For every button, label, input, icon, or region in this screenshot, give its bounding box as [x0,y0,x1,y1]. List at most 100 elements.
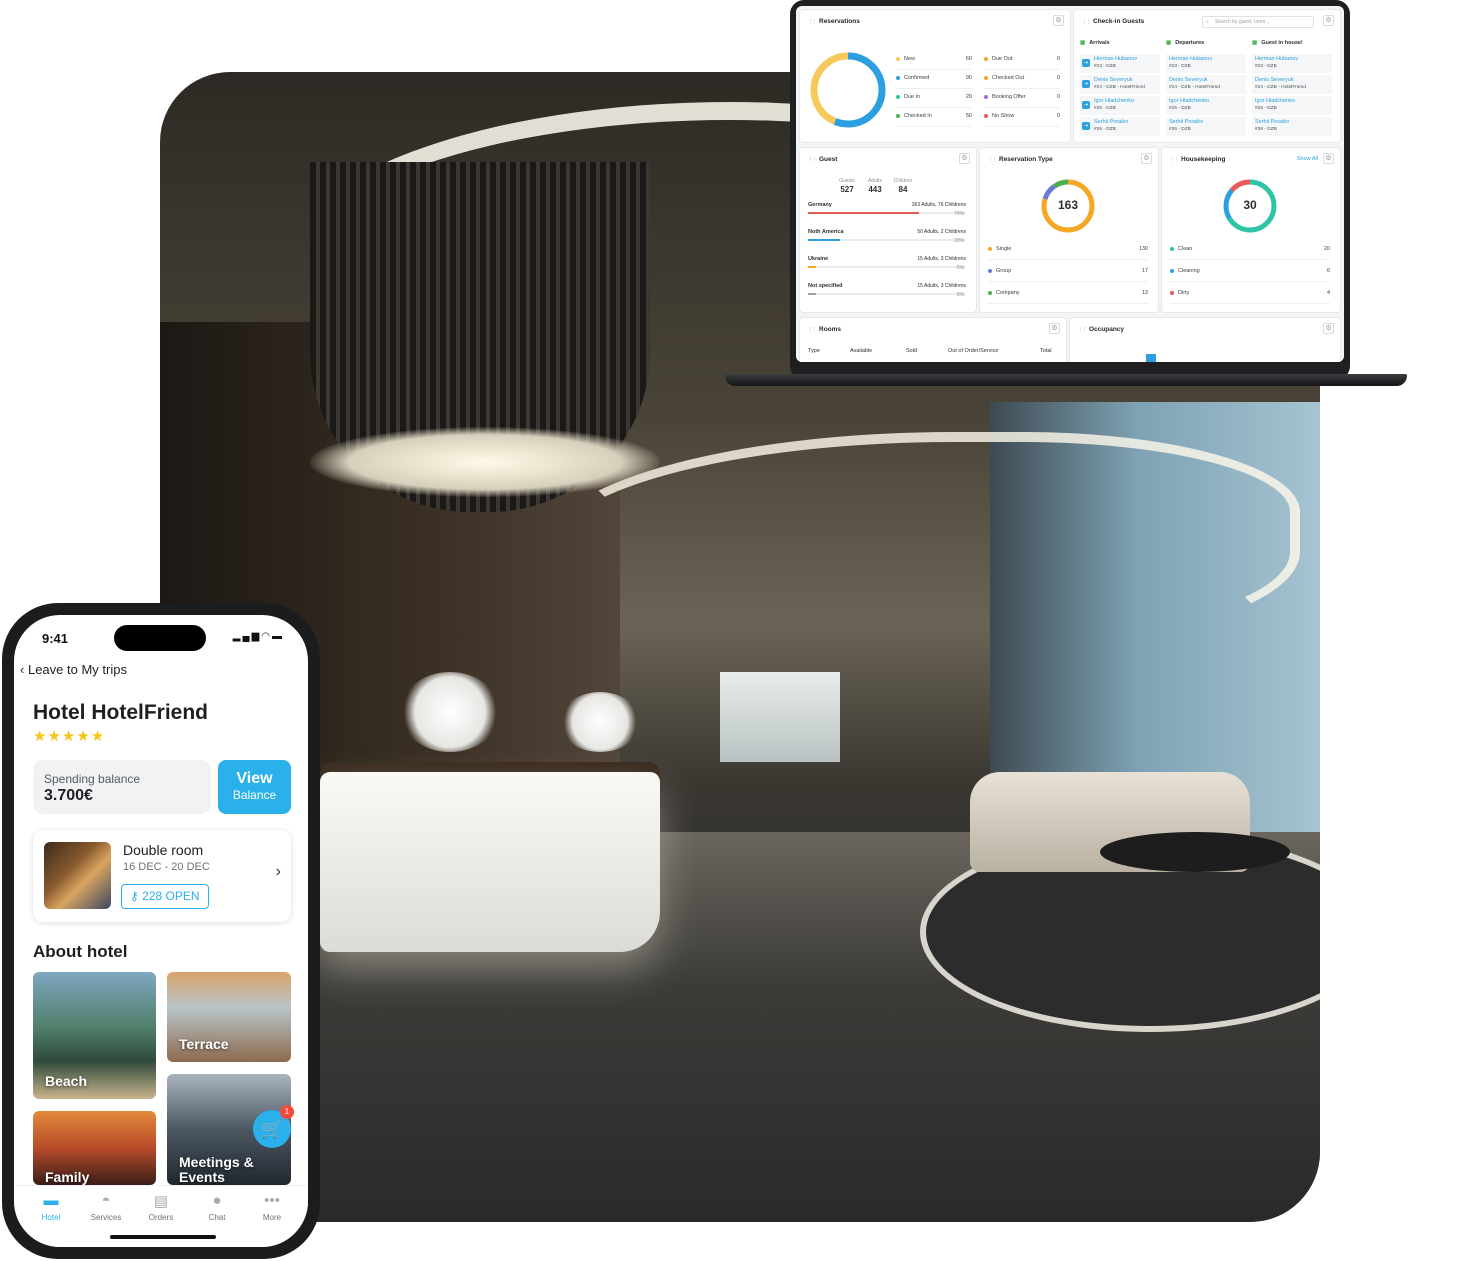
tile-label: Terrace [179,1036,229,1052]
checkin-entry[interactable]: Herman Hubanov #23 - DZB [1252,54,1332,73]
reservations-donut [810,52,886,128]
flower-arrangement [560,692,640,752]
legend-divider [984,107,1060,108]
legend-divider [1170,281,1330,282]
flower-arrangement [400,672,500,752]
housekeeping-title: Housekeeping [1170,156,1225,163]
guest-room: #24 - DZB - HotelFriend [1169,85,1220,90]
checkin-entry[interactable]: Herman Hubanov #23 - DZB [1166,54,1246,73]
legend-divider [988,303,1148,304]
checkin-column-label: Departures [1175,40,1205,46]
legend-value: 13 [1141,290,1148,296]
checkin-entry[interactable]: Igor Hladchenko #25 - DZB [1252,96,1332,115]
legend-label: Clean [1178,246,1193,252]
guest-search-input[interactable]: ⌕ Search by guest, room... [1202,16,1314,28]
checkin-entry[interactable]: Serhii Poraiko #26 - DZB [1166,117,1246,136]
show-all-link[interactable]: Show All [1297,156,1318,162]
checkin-entry[interactable]: Serhii Poraiko #26 - DZB [1252,117,1332,136]
guest-room: #23 - DZB [1255,64,1277,69]
guest-name[interactable]: Serhii Poraiko [1169,119,1203,125]
back-link[interactable]: ‹ Leave to My trips [20,662,127,677]
gear-icon[interactable]: ⚙ [1141,153,1152,164]
country-progress-fill [808,239,840,241]
gear-icon[interactable]: ⚙ [1049,323,1060,334]
gear-icon[interactable]: ⚙ [1323,153,1334,164]
occupancy-title: Occupancy [1078,326,1124,333]
country-percent: 20% [953,238,964,244]
checkin-entry[interactable]: Denis Severyuk #24 - DZB - HotelFriend [1252,75,1332,94]
view-balance-button[interactable]: View Balance [218,760,291,814]
legend-value: 17 [1141,268,1148,274]
checkin-entry[interactable]: ⇥ Serhii Poraiko #26 - DZB [1080,117,1160,136]
tab-hotel[interactable]: ▬ Hotel [22,1192,80,1222]
guest-name[interactable]: Serhii Poraiko [1255,119,1289,125]
rooms-title: Rooms [808,326,841,333]
guest-name[interactable]: Serhii Poraiko [1094,119,1128,125]
checkin-entry[interactable]: ⇥ Herman Hubanov #23 - DZB [1080,54,1160,73]
guest-name[interactable]: Denis Severyuk [1169,77,1208,83]
guest-title: Guest [808,156,837,163]
legend-dot [1170,246,1174,251]
tile-beach[interactable]: Beach [33,972,156,1099]
gear-icon[interactable]: ⚙ [1323,15,1334,26]
gear-icon[interactable]: ⚙ [1323,323,1334,334]
legend-value: 130 [1138,246,1148,252]
legend-dot [896,56,900,61]
tile-family[interactable]: Family [33,1111,156,1185]
country-detail: 15 Adults, 3 Childrens [917,283,966,289]
legend-label: Single [996,246,1012,252]
gear-icon[interactable]: ⚙ [1053,15,1064,26]
guest-name[interactable]: Denis Severyuk [1094,77,1133,83]
booking-card[interactable]: Double room 16 DEC - 20 DEC ⚷ 228 OPEN › [33,830,291,922]
cart-button[interactable]: 🛒 1 [253,1105,294,1148]
legend-value: 0 [1056,94,1060,100]
guest-name[interactable]: Igor Hladchenko [1094,98,1134,104]
checkin-entry[interactable]: ⇥ Igor Hladchenko #25 - DZB [1080,96,1160,115]
legend-value: 0 [1056,56,1060,62]
tab-chat[interactable]: ● Chat [188,1192,246,1222]
checkin-icon[interactable]: ⇥ [1082,122,1090,130]
legend-dot [896,75,900,80]
legend-divider [984,126,1060,127]
checkin-entry[interactable]: Igor Hladchenko #25 - DZB [1166,96,1246,115]
calendar-icon: ▦ [1080,40,1086,46]
document-icon: ▤ [153,1193,169,1210]
checkin-entry[interactable]: ⇥ Denis Severyuk #24 - DZB - HotelFriend [1080,75,1160,94]
country-progress [808,293,966,295]
guest-room: #24 - DZB - HotelFriend [1094,85,1145,90]
cart-icon: 🛒 [260,1119,284,1139]
guest-name[interactable]: Herman Hubanov [1255,56,1298,62]
legend-item: New 60 [896,56,972,66]
legend-divider [988,259,1148,260]
guest-name[interactable]: Denis Severyuk [1255,77,1294,83]
lobby-chandelier-glow [310,427,660,497]
country-name: Noth America [808,229,844,235]
phone: 9:41 ▂▄▆◠▬ ‹ Leave to My trips Hotel Hot… [2,603,320,1259]
tab-more[interactable]: ••• More [243,1192,301,1222]
tab-orders[interactable]: ▤ Orders [132,1192,190,1222]
checkin-entry[interactable]: Denis Severyuk #24 - DZB - HotelFriend [1166,75,1246,94]
country-detail: 50 Adults, 2 Childrens [917,229,966,235]
gear-icon[interactable]: ⚙ [959,153,970,164]
signal-icon: ▂▄▆ [232,631,262,642]
checkin-icon[interactable]: ⇥ [1082,59,1090,67]
rooms-column-header: Total [1040,348,1052,354]
housekeeping-total: 30 [1243,198,1257,212]
country-name: Not specified [808,283,843,289]
open-door-button[interactable]: ⚷ 228 OPEN [121,884,209,909]
room-thumbnail [44,842,111,909]
tab-services[interactable]: ◓ Services [77,1192,135,1222]
legend-label: Confirmed [904,75,930,81]
checkin-title: Check-in Guests [1082,18,1144,25]
legend-dot [896,113,900,118]
guest-name[interactable]: Igor Hladchenko [1169,98,1209,104]
checkin-icon[interactable]: ⇥ [1082,80,1090,88]
occupancy-card: Occupancy ⚙ [1070,318,1340,362]
tile-terrace[interactable]: Terrace [167,972,291,1062]
guest-name[interactable]: Herman Hubanov [1094,56,1137,62]
guest-name[interactable]: Igor Hladchenko [1255,98,1295,104]
checkin-icon[interactable]: ⇥ [1082,101,1090,109]
status-time: 9:41 [42,631,69,646]
guest-name[interactable]: Herman Hubanov [1169,56,1212,62]
guest-room: #25 - DZB [1169,106,1191,111]
